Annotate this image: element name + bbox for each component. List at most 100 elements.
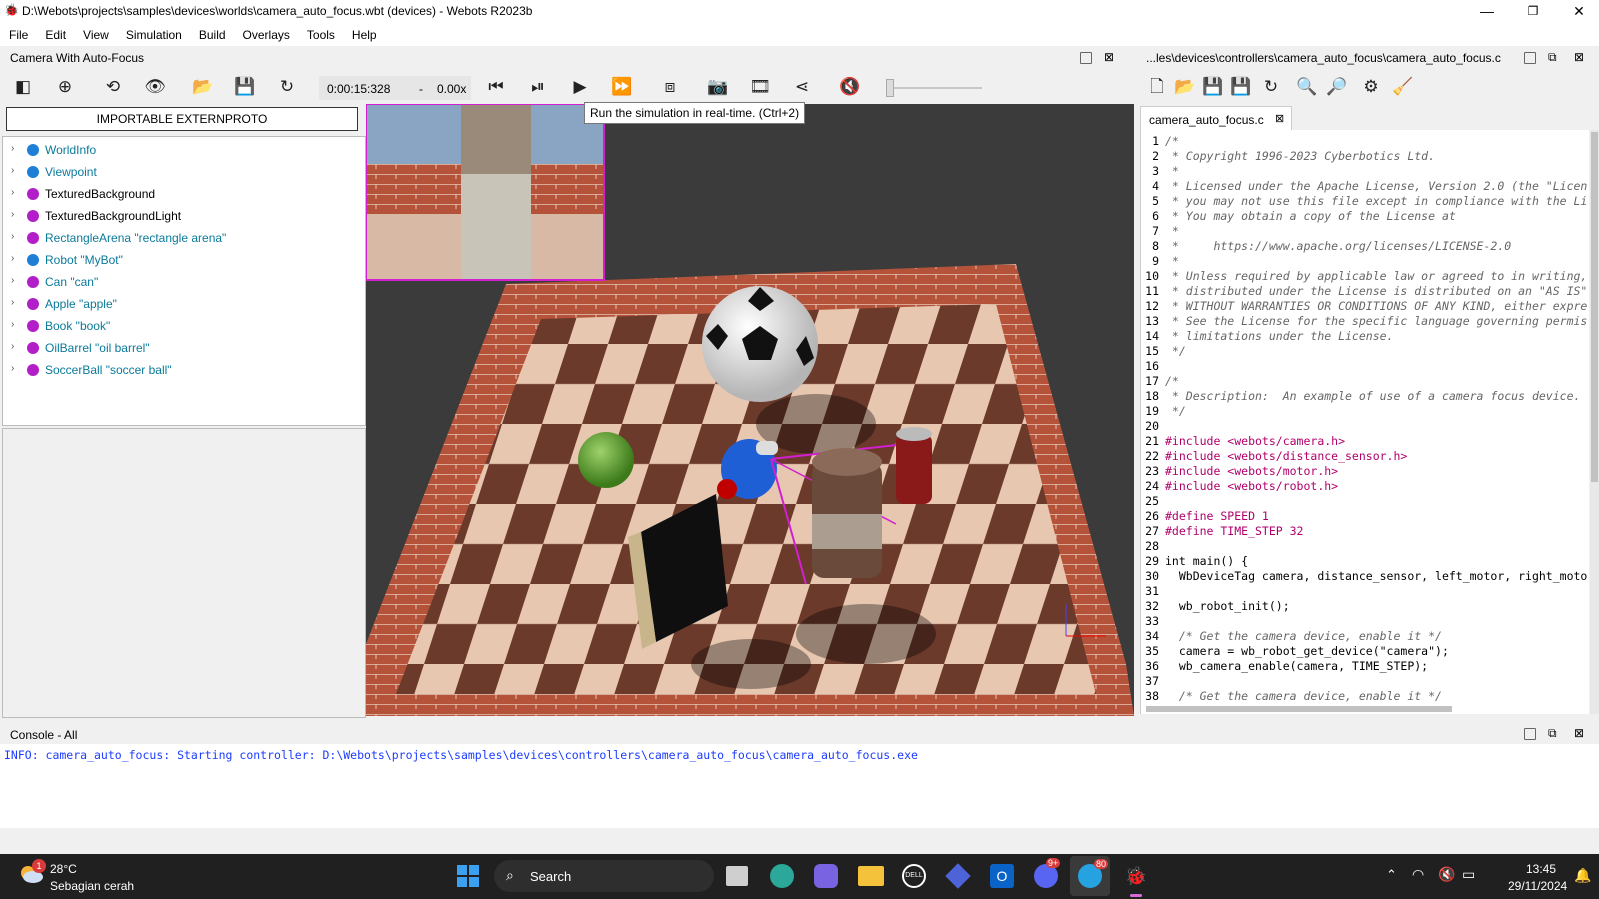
visibility-icon[interactable]: 👁	[144, 76, 166, 98]
wifi-icon[interactable]: ◠	[1412, 866, 1424, 883]
scene-tree-item[interactable]: › WorldInfo	[3, 139, 363, 161]
edge-browser-icon[interactable]	[770, 864, 794, 888]
notification-bell-icon[interactable]: 🔔	[1574, 867, 1591, 884]
3d-viewport[interactable]	[366, 104, 1134, 716]
chevron-up-icon[interactable]: ⌃	[1386, 867, 1397, 883]
scene-tree-item-label: TexturedBackgroundLight	[45, 209, 182, 223]
reset-simulation-icon[interactable]: ⏮	[485, 76, 507, 98]
start-icon[interactable]	[456, 864, 480, 888]
expand-arrow-icon[interactable]: ›	[11, 275, 14, 286]
copilot-icon[interactable]	[814, 864, 838, 888]
clock-date[interactable]: 29/11/2024	[1508, 879, 1567, 893]
minimize-button[interactable]: —	[1464, 0, 1510, 22]
expand-arrow-icon[interactable]: ›	[11, 297, 14, 308]
scene-tree-item[interactable]: › TexturedBackgroundLight	[3, 205, 363, 227]
menu-edit[interactable]: Edit	[36, 22, 74, 42]
build-settings-icon[interactable]: ⚙	[1360, 76, 1382, 98]
rendering-toggle-icon[interactable]: ⧈	[659, 76, 681, 98]
scene-tree-item[interactable]: › Viewpoint	[3, 161, 363, 183]
reload-world-icon[interactable]: ↻	[276, 76, 298, 98]
reset-viewpoint-icon[interactable]: ⟲	[102, 76, 124, 98]
code-text: WbDeviceTag camera, distance_sensor, lef…	[1165, 569, 1589, 583]
run-realtime-icon[interactable]: ▶	[569, 76, 591, 98]
scene-tree-item[interactable]: › Apple "apple"	[3, 293, 363, 315]
volume-slider-thumb[interactable]	[886, 79, 894, 97]
clean-icon[interactable]: 🧹	[1392, 76, 1414, 98]
find-icon[interactable]: 🔍	[1296, 76, 1318, 98]
expand-arrow-icon[interactable]: ›	[11, 143, 14, 154]
editor-float-icon[interactable]	[1524, 52, 1536, 67]
taskbar-search[interactable]: ⌕ Search	[494, 860, 714, 892]
scene-tree-item[interactable]: › OilBarrel "oil barrel"	[3, 337, 363, 359]
replace-icon[interactable]: 🔎	[1326, 76, 1348, 98]
weather-icon[interactable]: 1	[18, 859, 46, 885]
expand-arrow-icon[interactable]: ›	[11, 209, 14, 220]
volume-slider[interactable]	[886, 79, 982, 97]
share-icon[interactable]: ⋖	[791, 76, 813, 98]
console-close-icon[interactable]: ⊠	[1574, 726, 1584, 740]
editor-close-icon[interactable]: ⊠	[1574, 50, 1584, 64]
menu-file[interactable]: File	[0, 22, 36, 42]
menu-overlays[interactable]: Overlays	[234, 22, 298, 42]
step-icon[interactable]: ⏯	[527, 76, 549, 98]
maximize-button[interactable]: ❐	[1510, 0, 1556, 22]
scene-panel-close-icon[interactable]: ⊠	[1104, 50, 1114, 64]
code-text: #include <webots/distance_sensor.h>	[1165, 449, 1408, 463]
telegram-taskbar-item[interactable]: 80	[1070, 856, 1110, 896]
app-icon[interactable]	[945, 863, 971, 889]
save-world-icon[interactable]: 💾	[234, 76, 256, 98]
record-movie-icon[interactable]: 🎞	[749, 76, 771, 98]
menu-tools[interactable]: Tools	[298, 22, 343, 42]
menu-help[interactable]: Help	[343, 22, 385, 42]
file-explorer-icon[interactable]	[858, 866, 884, 886]
scene-tree-item[interactable]: › Book "book"	[3, 315, 363, 337]
expand-arrow-icon[interactable]: ›	[11, 187, 14, 198]
expand-arrow-icon[interactable]: ›	[11, 363, 14, 374]
save-file-icon[interactable]: 💾	[1202, 76, 1224, 98]
scene-tree-item[interactable]: › RectangleArena "rectangle arena"	[3, 227, 363, 249]
dell-icon[interactable]: DELL	[902, 864, 926, 888]
toggle-scene-tree-icon[interactable]: ◧	[12, 76, 34, 98]
menu-simulation[interactable]: Simulation	[117, 22, 190, 42]
console-output[interactable]: INFO: camera_auto_focus: Starting contro…	[0, 744, 1599, 828]
task-view-icon[interactable]	[726, 866, 748, 886]
menu-build[interactable]: Build	[190, 22, 234, 42]
battery-icon[interactable]: ▭	[1462, 866, 1475, 883]
fast-forward-icon[interactable]: ⏩	[611, 76, 633, 98]
scene-panel-float-icon[interactable]	[1080, 52, 1092, 67]
add-node-icon[interactable]: ⊕	[54, 76, 76, 98]
outlook-icon[interactable]: O	[990, 864, 1014, 888]
expand-arrow-icon[interactable]: ›	[11, 165, 14, 176]
editor-scrollbar-thumb[interactable]	[1591, 132, 1598, 482]
mute-icon[interactable]: 🔇	[839, 76, 861, 98]
open-file-icon[interactable]: 📂	[1174, 76, 1196, 98]
tab-close-icon[interactable]: ⊠	[1275, 112, 1284, 125]
editor-tab[interactable]: camera_auto_focus.c ⊠	[1140, 106, 1292, 131]
console-maximize-icon[interactable]: ⧉	[1548, 726, 1557, 741]
scene-tree-item[interactable]: › Robot "MyBot"	[3, 249, 363, 271]
close-button[interactable]: ✕	[1556, 0, 1599, 22]
scene-tree-item[interactable]: › Can "can"	[3, 271, 363, 293]
expand-arrow-icon[interactable]: ›	[11, 231, 14, 242]
scene-tree-item[interactable]: › SoccerBall "soccer ball"	[3, 359, 363, 381]
expand-arrow-icon[interactable]: ›	[11, 253, 14, 264]
scene-tree-item[interactable]: › TexturedBackground	[3, 183, 363, 205]
expand-arrow-icon[interactable]: ›	[11, 341, 14, 352]
editor-hscrollbar-thumb[interactable]	[1146, 706, 1452, 712]
open-world-icon[interactable]: 📂	[192, 76, 214, 98]
importable-externproto-button[interactable]: IMPORTABLE EXTERNPROTO	[6, 107, 358, 131]
menu-view[interactable]: View	[74, 22, 117, 42]
discord-icon[interactable]: 9+	[1034, 858, 1061, 888]
speaker-muted-icon[interactable]: 🔇	[1438, 866, 1455, 883]
save-all-icon[interactable]: 💾	[1230, 76, 1252, 98]
editor-scrollbar[interactable]	[1590, 130, 1599, 714]
webots-taskbar-icon[interactable]: 🐞	[1124, 864, 1148, 888]
editor-maximize-icon[interactable]: ⧉	[1548, 50, 1557, 65]
new-file-icon[interactable]: 🗋	[1146, 76, 1168, 98]
revert-icon[interactable]: ↻	[1260, 76, 1282, 98]
console-float-icon[interactable]	[1524, 728, 1536, 743]
code-editor[interactable]: 1 /* 2 * Copyright 1996-2023 Cyberbotics L…	[1140, 130, 1589, 714]
clock-time[interactable]: 13:45	[1526, 862, 1556, 876]
expand-arrow-icon[interactable]: ›	[11, 319, 14, 330]
screenshot-icon[interactable]: 📷	[707, 76, 729, 98]
